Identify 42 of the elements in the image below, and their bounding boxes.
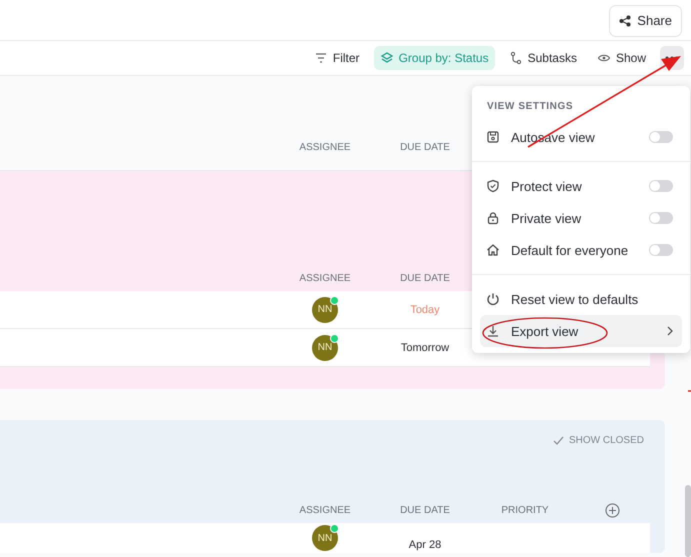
check-icon	[552, 436, 564, 445]
annotation-mark	[688, 390, 691, 392]
toggle-switch[interactable]	[649, 180, 673, 192]
share-icon	[619, 14, 632, 26]
power-icon	[486, 292, 500, 306]
avatar[interactable]: NN	[312, 525, 338, 551]
lock-icon	[486, 211, 500, 225]
shield-icon	[486, 179, 500, 193]
menu-item[interactable]: Reset view to defaults	[480, 283, 682, 315]
avatar[interactable]: NN	[312, 334, 338, 360]
save-icon	[486, 130, 500, 144]
menu-title: VIEW SETTINGS	[486, 100, 574, 113]
toolbar-button[interactable]: Show	[590, 46, 652, 70]
column-header: PRIORITY	[500, 504, 550, 516]
toggle-switch[interactable]	[649, 131, 673, 143]
column-header: DUE DATE	[399, 272, 451, 284]
filter-icon	[314, 51, 328, 65]
toolbar-button[interactable]: Subtasks	[502, 46, 583, 70]
layers-icon	[380, 51, 394, 65]
menu-item[interactable]: Default for everyone	[480, 234, 682, 266]
toolbar-button[interactable]: Filter	[308, 46, 366, 70]
column-header: ASSIGNEE	[298, 504, 352, 516]
download-icon	[486, 324, 500, 338]
chevron-right-icon	[667, 326, 673, 336]
scrollbar[interactable]	[685, 485, 691, 557]
home-icon	[486, 243, 500, 257]
share-button[interactable]: Share	[609, 4, 682, 36]
avatar[interactable]: NN	[312, 296, 338, 322]
menu-item[interactable]: Export view	[480, 315, 682, 347]
due-date: Tomorrow	[400, 342, 450, 354]
due-date: Apr 28	[408, 539, 442, 551]
column-header: DUE DATE	[399, 504, 451, 516]
toggle-switch[interactable]	[649, 212, 673, 224]
menu-item[interactable]: Private view	[480, 202, 682, 234]
add-column-icon[interactable]	[605, 502, 620, 518]
toggle-switch[interactable]	[649, 244, 673, 256]
column-header: ASSIGNEE	[298, 142, 352, 152]
column-header: DUE DATE	[399, 142, 451, 152]
menu-item[interactable]: Protect view	[480, 170, 682, 202]
due-date: Today	[409, 304, 441, 316]
subtasks-icon	[508, 51, 523, 65]
column-header: ASSIGNEE	[298, 272, 352, 284]
